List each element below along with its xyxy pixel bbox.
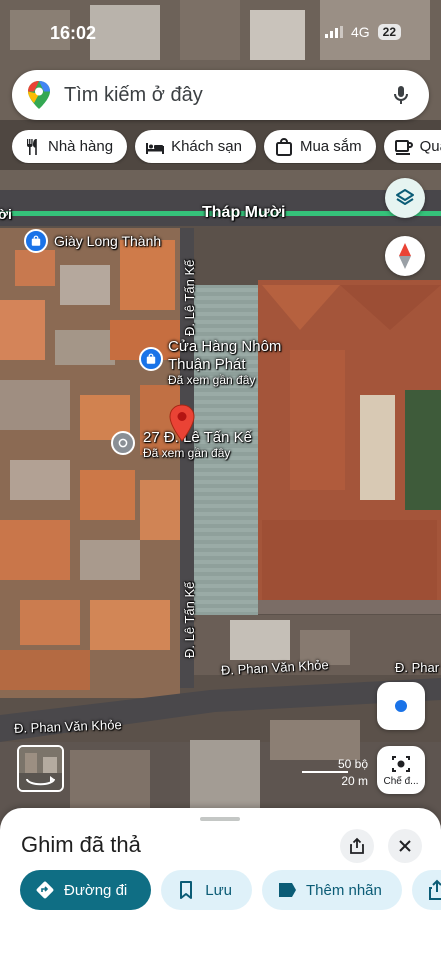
microphone-icon[interactable]	[389, 83, 413, 107]
battery-indicator: 22	[377, 24, 401, 40]
map-mode-label: Chế đ...	[383, 775, 419, 787]
share-icon	[428, 879, 441, 900]
chip-hotels[interactable]: Khách sạn	[135, 130, 256, 163]
shopping-bag-icon	[275, 137, 292, 156]
map-mode-button[interactable]: Chế đ...	[377, 746, 425, 794]
road-label-left: ời	[0, 206, 12, 222]
signal-icon	[324, 26, 343, 38]
lens-camera-icon	[392, 755, 410, 772]
shopping-bag-icon	[31, 235, 41, 246]
layers-button[interactable]	[385, 178, 425, 218]
dropped-pin-icon[interactable]	[169, 404, 195, 442]
my-location-button[interactable]	[377, 682, 425, 730]
scale-imperial: 50 bộ	[337, 757, 368, 771]
chip-label: Khách sạn	[171, 138, 242, 155]
road-label-thap-muoi[interactable]: Tháp Mười	[202, 204, 285, 222]
directions-icon	[36, 881, 54, 899]
bookmark-icon	[180, 881, 193, 899]
save-button[interactable]: Lưu	[161, 870, 252, 910]
chip-label: Quán cà	[419, 138, 441, 155]
map-scale: 50 bộ 20 m	[302, 757, 368, 788]
poi-label-cua-hang-nhom-line1[interactable]: Cửa Hàng Nhôm	[168, 338, 281, 355]
add-label-button[interactable]: Thêm nhãn	[261, 870, 402, 910]
chip-label: Mua sắm	[299, 138, 362, 155]
category-chips: Nhà hàng Khách sạn Mua sắm Quán cà	[12, 130, 441, 164]
street-view-icon	[19, 747, 62, 790]
save-label: Lưu	[205, 881, 232, 899]
chip-restaurants[interactable]: Nhà hàng	[12, 130, 128, 163]
compass-icon	[399, 243, 411, 269]
poi-giay-long-thanh-icon[interactable]	[24, 229, 48, 253]
google-maps-logo-icon	[28, 81, 50, 109]
close-button[interactable]	[388, 829, 422, 863]
chip-shopping[interactable]: Mua sắm	[263, 130, 376, 163]
poi-label-giay-long-thanh[interactable]: Giày Long Thành	[54, 233, 161, 249]
scale-metric: 20 m	[341, 774, 368, 788]
street-label-le-tan-ke-1: Đ. Lê Tấn Kế	[182, 259, 197, 336]
poi-sub-27-le-tan-ke: Đã xem gần đây	[143, 446, 231, 460]
poi-sub-cua-hang-nhom: Đã xem gần đây	[168, 373, 256, 387]
chip-label: Nhà hàng	[48, 138, 114, 155]
network-type: 4G	[350, 24, 370, 40]
sheet-title: Ghim đã thả	[21, 832, 141, 857]
my-location-icon	[393, 698, 409, 714]
status-time: 16:02	[50, 23, 97, 43]
compass-button[interactable]	[385, 236, 425, 276]
share-button[interactable]	[340, 829, 374, 863]
share-icon	[350, 837, 364, 854]
label-flag-icon	[278, 883, 296, 897]
street-view-thumbnail[interactable]	[17, 745, 64, 792]
add-label-label: Thêm nhãn	[305, 881, 382, 899]
layers-icon	[396, 189, 414, 205]
shopping-bag-icon	[146, 353, 156, 364]
close-icon	[399, 840, 411, 852]
directions-button[interactable]: Đường đi	[20, 870, 152, 910]
status-indicators: 4G 22	[324, 24, 401, 40]
bed-icon	[146, 142, 165, 154]
poi-label-cua-hang-nhom-line2[interactable]: Thuận Phát	[168, 356, 246, 373]
search-bar[interactable]: Tìm kiếm ở đây	[12, 70, 429, 120]
history-pin-icon	[118, 438, 128, 448]
satellite-map[interactable]: 16:02 4G 22 Tìm kiếm ở đây Nhà hàng Khác…	[0, 0, 441, 830]
street-label-le-tan-ke-2: Đ. Lê Tấn Kế	[182, 581, 197, 658]
directions-label: Đường đi	[64, 881, 128, 899]
chip-cafes[interactable]: Quán cà	[383, 130, 441, 163]
scale-bar	[302, 771, 348, 773]
street-label-phan-right: Đ. Phar	[395, 660, 440, 675]
poi-label-27-le-tan-ke[interactable]: 27 Đ. Lê Tấn Kế	[143, 429, 252, 446]
sheet-action-buttons: Đường đi Lưu Thêm nhãn Ch	[20, 870, 441, 910]
coffee-icon	[394, 139, 413, 155]
sheet-drag-handle[interactable]	[200, 817, 240, 821]
search-input[interactable]: Tìm kiếm ở đây	[64, 84, 389, 107]
poi-history-icon[interactable]	[111, 431, 135, 455]
fork-knife-icon	[27, 138, 37, 155]
status-bar: 16:02 4G 22	[0, 18, 441, 48]
poi-cua-hang-nhom-icon[interactable]	[139, 347, 163, 371]
share-action-button[interactable]: Ch	[411, 870, 441, 910]
satellite-imagery	[0, 0, 441, 830]
